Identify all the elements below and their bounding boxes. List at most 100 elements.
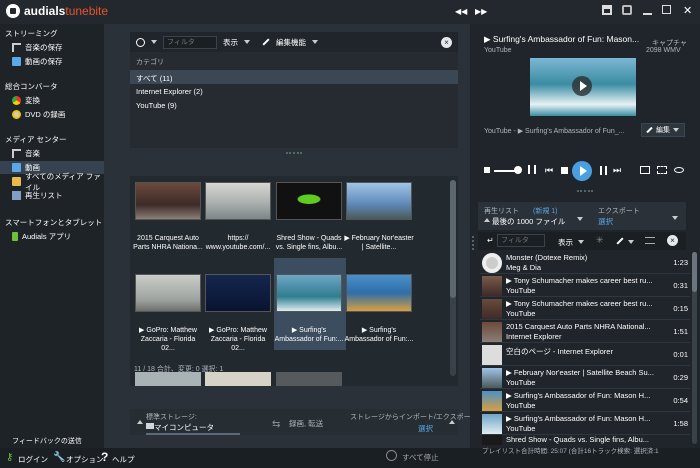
video-thumb-partial[interactable] (276, 372, 342, 386)
mini-player-icon[interactable] (602, 5, 612, 15)
feedback-link[interactable]: フィードバックの送信 (12, 436, 82, 446)
video-thumb[interactable] (135, 182, 201, 220)
grid-caption: ▶ Surfing's Ambassador of Fun:... (274, 327, 344, 343)
grid-scrollbar-thumb[interactable] (450, 180, 456, 298)
playlist-dropdown-icon[interactable] (577, 217, 583, 221)
video-thumb-partial[interactable] (135, 372, 201, 386)
grid-caption: 2015 Carquest Auto Parts NHRA Nationa... (133, 235, 203, 251)
sparkle-icon[interactable]: ✳ (596, 235, 604, 246)
sidebar-item-convert[interactable]: 変換 (12, 94, 102, 107)
music-note-icon (12, 43, 21, 52)
edit-button[interactable]: 編集 (641, 123, 685, 137)
transfer-label[interactable]: 録画, 転送 (289, 418, 323, 429)
export-label: エクスポート (598, 208, 640, 215)
pause-icon[interactable] (600, 166, 607, 175)
list-item[interactable]: Shred Show - Quads vs. Single fins, Albu… (480, 435, 690, 445)
view-dropdown-icon (244, 40, 250, 44)
sidebar-item-music[interactable]: 音楽 (12, 147, 102, 160)
playlist-edit-dropdown-icon[interactable] (628, 240, 634, 244)
search-icon[interactable] (136, 37, 145, 47)
video-thumb-partial[interactable] (205, 372, 271, 386)
sidebar-item-all-media[interactable]: すべてのメディア ファイル (12, 172, 102, 192)
list-item[interactable]: ▶ Tony Schumacher makes career best ru..… (480, 275, 690, 297)
collapse-left-button[interactable]: ◀◀ (455, 7, 467, 16)
stop-all-button[interactable]: すべて停止 (402, 452, 439, 463)
playlist-view-button[interactable]: 表示 (558, 237, 573, 248)
login-button[interactable]: ログイン (18, 454, 48, 465)
list-options-icon[interactable] (645, 237, 655, 244)
sidebar-item-save-video[interactable]: 動画の保存 (12, 55, 102, 68)
playlist-scrollbar-thumb[interactable] (692, 252, 697, 292)
track-thumb (482, 391, 502, 411)
video-thumb[interactable] (205, 274, 271, 312)
export-dropdown-icon[interactable] (672, 216, 678, 220)
storage-value[interactable]: マイコンピュータ (154, 422, 214, 433)
playlist-clear-icon[interactable]: × (667, 235, 678, 246)
video-thumb[interactable] (346, 182, 412, 220)
minimize-player-icon[interactable] (640, 166, 650, 174)
import-export-value[interactable]: 選択 (418, 423, 433, 434)
settings-icon[interactable] (622, 5, 632, 15)
list-item[interactable]: 空白のページ - Internet Explorer 0:01 (480, 344, 690, 366)
collapse-right-button[interactable]: ▶▶ (475, 7, 487, 16)
playlist-filter-input[interactable] (497, 234, 545, 247)
next-icon[interactable]: ⏭ (613, 165, 621, 176)
eye-icon[interactable] (674, 167, 684, 173)
sidebar-item-save-music[interactable]: 音楽の保存 (12, 41, 102, 54)
track-thumb (482, 345, 502, 365)
grid-caption: ▶ Surfing's Ambassador of Fun:... (344, 327, 414, 343)
previous-icon[interactable]: ⏮ (545, 165, 553, 176)
category-item-ie[interactable]: Internet Explorer (2) (136, 87, 203, 96)
track-thumb (482, 299, 502, 319)
volume-knob[interactable] (514, 166, 522, 174)
dvd-icon (12, 110, 21, 119)
track-thumb (482, 368, 502, 388)
minimize-icon[interactable] (643, 13, 652, 15)
list-item[interactable]: ▶ Surfing's Ambassador of Fun: Mason H..… (480, 413, 690, 435)
volume-icon[interactable] (484, 167, 490, 173)
splitter-handle[interactable] (286, 152, 302, 154)
storage-expand-icon[interactable] (449, 420, 455, 424)
sidebar-item-playlists[interactable]: 再生リスト (12, 189, 102, 202)
list-item[interactable]: ▶ Surfing's Ambassador of Fun: Mason H..… (480, 390, 690, 412)
storage-collapse-icon[interactable] (137, 420, 143, 424)
export-select[interactable]: 選択 (598, 216, 613, 227)
list-item[interactable]: Monster (Dotexe Remix) Meg & Dia 1:23 (480, 252, 690, 274)
splitter-handle[interactable] (577, 190, 593, 192)
video-thumb[interactable] (205, 182, 271, 220)
play-overlay-icon[interactable] (572, 76, 592, 96)
splitter-vertical[interactable] (472, 236, 474, 250)
list-item[interactable]: 2015 Carquest Auto Parts NHRA National..… (480, 321, 690, 343)
equalizer-icon[interactable] (528, 165, 536, 174)
sidebar-item-dvd[interactable]: DVD の録画 (12, 108, 102, 121)
video-thumb[interactable] (276, 182, 342, 220)
media-grid: 2015 Carquest Auto Parts NHRA Nationa...… (130, 176, 458, 386)
options-button[interactable]: オプション (66, 454, 104, 465)
section-streaming: ストリーミング (5, 29, 58, 38)
close-icon[interactable]: ✕ (683, 4, 692, 17)
fullscreen-icon[interactable] (657, 166, 667, 174)
list-item[interactable]: ▶ February Nor'easter | Satellite Beach … (480, 367, 690, 389)
video-thumb[interactable] (346, 274, 412, 312)
video-thumb[interactable] (276, 274, 342, 312)
edit-functions-button[interactable]: 編集機能 (276, 37, 306, 48)
category-item-all[interactable]: すべて (11) (130, 70, 458, 84)
now-playing-source: YouTube (484, 47, 512, 54)
return-icon[interactable]: ↵ (487, 236, 494, 245)
playlist-name[interactable]: 最後の 1000 ファイル (492, 216, 565, 227)
play-button[interactable] (572, 161, 592, 181)
clear-filter-icon[interactable]: × (441, 36, 452, 48)
filter-input[interactable] (163, 35, 217, 49)
list-item[interactable]: ▶ Tony Schumacher makes career best ru..… (480, 298, 690, 320)
maximize-icon[interactable] (662, 5, 671, 14)
sidebar-item-audials-app[interactable]: Audials アプリ (12, 230, 102, 243)
stop-icon[interactable] (561, 167, 568, 174)
playlist-icon (12, 191, 21, 200)
category-item-youtube[interactable]: YouTube (9) (136, 101, 177, 110)
video-thumb[interactable] (135, 274, 201, 312)
help-button[interactable]: ヘルプ (112, 454, 135, 465)
playlist-collapse-icon[interactable] (484, 218, 490, 222)
convert-icon (12, 96, 21, 105)
search-dropdown-icon[interactable] (151, 40, 157, 44)
view-button[interactable]: 表示 (223, 37, 238, 48)
